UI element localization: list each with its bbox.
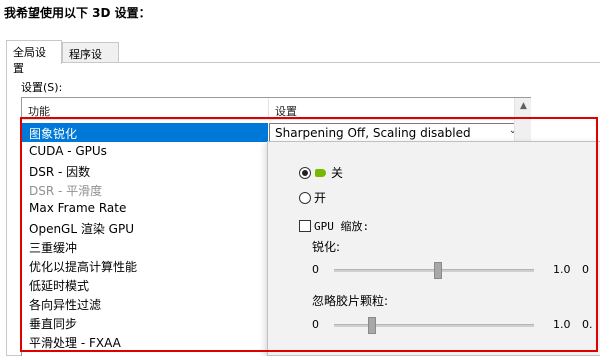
gpu-scaling-checkbox[interactable] <box>299 220 311 232</box>
grain-slider-track[interactable] <box>334 317 534 334</box>
list-item[interactable]: 各向异性过滤 <box>22 294 268 313</box>
list-item[interactable]: DSR - 因数 <box>22 161 268 180</box>
list-item[interactable]: 优化以提高计算性能 <box>22 256 268 275</box>
list-item[interactable]: DSR - 平滑度 <box>22 180 268 199</box>
sharpen-extra-label: 0 <box>582 263 589 276</box>
radio-button-on[interactable] <box>299 191 311 204</box>
option-on-label: 开 <box>314 191 327 205</box>
settings-label: 设置(S): <box>21 81 63 94</box>
grain-label: 忽略胶片颗粒: <box>312 294 389 308</box>
tab-bar: 全局设置 程序设置 <box>6 40 600 77</box>
grain-slider-thumb[interactable] <box>368 317 376 334</box>
sharpen-max-label: 1.0 <box>553 263 571 276</box>
option-off-label: 关 <box>331 166 344 180</box>
list-item[interactable]: Max Frame Rate <box>22 199 268 218</box>
sharpening-dropdown-panel: 关 开 GPU 缩放: 锐化: 0 1.0 0 忽略胶片颗粒: 0 1.0 0. <box>267 141 600 356</box>
list-item[interactable]: 平滑处理 - FXAA <box>22 332 268 351</box>
tab-program-settings[interactable]: 程序设置 <box>62 42 119 77</box>
gpu-scaling-checkbox-row[interactable]: GPU 缩放: <box>299 218 369 234</box>
radio-option-on[interactable]: 开 <box>299 189 326 206</box>
sharpen-slider-thumb[interactable] <box>434 262 442 279</box>
list-item[interactable]: CUDA - GPUs <box>22 142 268 161</box>
page-heading: 我希望使用以下 3D 设置： <box>4 6 151 20</box>
nvidia-icon <box>315 168 326 177</box>
tab-global-settings[interactable]: 全局设置 <box>6 40 62 75</box>
list-item[interactable]: 图象锐化 <box>22 123 268 142</box>
list-item[interactable]: 三重缓冲 <box>22 237 268 256</box>
radio-button-off[interactable] <box>299 166 311 179</box>
sharpen-min-label: 0 <box>312 263 319 276</box>
sharpen-label: 锐化: <box>312 240 341 254</box>
grain-min-label: 0 <box>312 318 319 331</box>
list-item[interactable]: 低延时模式 <box>22 275 268 294</box>
setting-value-text: Sharpening Off, Scaling disabled <box>275 126 471 140</box>
gpu-scaling-label: GPU 缩放: <box>314 220 370 233</box>
setting-value-select[interactable]: Sharpening Off, Scaling disabled ⌄ <box>269 123 522 142</box>
column-header-feature[interactable]: 功能 <box>22 98 269 120</box>
column-header-setting[interactable]: 设置 <box>269 98 530 120</box>
sharpen-slider-track[interactable] <box>334 262 534 279</box>
grain-extra-label: 0. <box>582 318 593 331</box>
radio-option-off[interactable]: 关 <box>299 164 343 181</box>
list-item[interactable]: OpenGL 渲染 GPU <box>22 218 268 237</box>
list-item[interactable]: 垂直同步 <box>22 313 268 332</box>
scroll-up-arrow-icon[interactable]: ▲ <box>515 98 532 115</box>
grain-max-label: 1.0 <box>553 318 571 331</box>
